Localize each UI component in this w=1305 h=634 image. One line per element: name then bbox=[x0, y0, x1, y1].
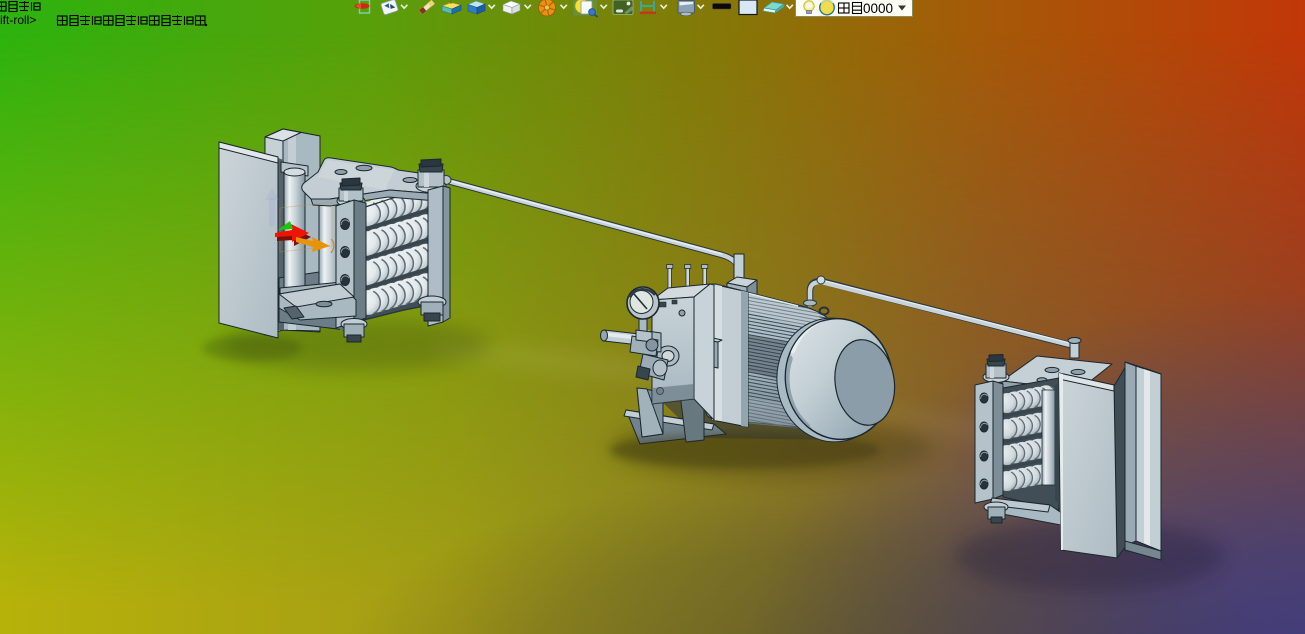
svg-text:ift-roll>: ift-roll> bbox=[0, 13, 36, 27]
svg-text:0000: 0000 bbox=[863, 1, 893, 16]
